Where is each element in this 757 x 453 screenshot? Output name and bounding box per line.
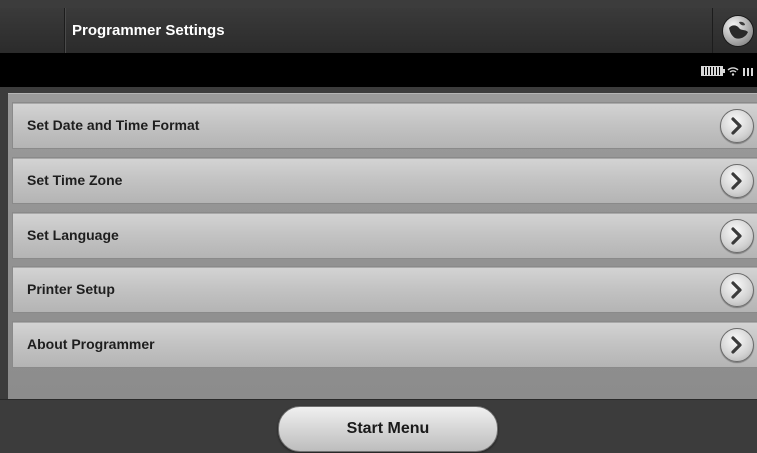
footer-bar: Start Menu: [0, 399, 757, 453]
signal-icon: [743, 66, 755, 76]
globe-logo-icon: [723, 16, 753, 46]
menu-item-label: Set Date and Time Format: [27, 117, 200, 133]
settings-panel: Set Date and Time Format Set Time Zone S…: [8, 93, 757, 400]
battery-icon: [701, 66, 725, 76]
chevron-right-icon[interactable]: [720, 219, 754, 253]
menu-item-about-programmer[interactable]: About Programmer: [12, 321, 757, 368]
header-bar: Programmer Settings: [0, 8, 757, 53]
menu-item-language[interactable]: Set Language: [12, 212, 757, 259]
chevron-right-icon[interactable]: [720, 109, 754, 143]
chevron-right-icon[interactable]: [720, 328, 754, 362]
start-menu-button[interactable]: Start Menu: [278, 406, 498, 452]
menu-item-time-zone[interactable]: Set Time Zone: [12, 157, 757, 204]
menu-item-label: Set Language: [27, 227, 119, 243]
status-icons: [701, 66, 755, 76]
page-title: Programmer Settings: [72, 22, 225, 39]
menu-item-label: Printer Setup: [27, 281, 115, 297]
app-window: Programmer Settings Set Date and Time Fo…: [0, 0, 757, 453]
menu-item-printer-setup[interactable]: Printer Setup: [12, 266, 757, 313]
header-left-slot: [8, 8, 65, 53]
chevron-right-icon[interactable]: [720, 164, 754, 198]
menu-item-label: About Programmer: [27, 336, 155, 352]
header-right-slot: [712, 8, 757, 53]
chevron-right-icon[interactable]: [720, 273, 754, 307]
menu-item-date-time-format[interactable]: Set Date and Time Format: [12, 102, 757, 149]
wifi-icon: [727, 66, 739, 76]
menu-item-label: Set Time Zone: [27, 172, 123, 188]
status-bar: [0, 53, 757, 87]
